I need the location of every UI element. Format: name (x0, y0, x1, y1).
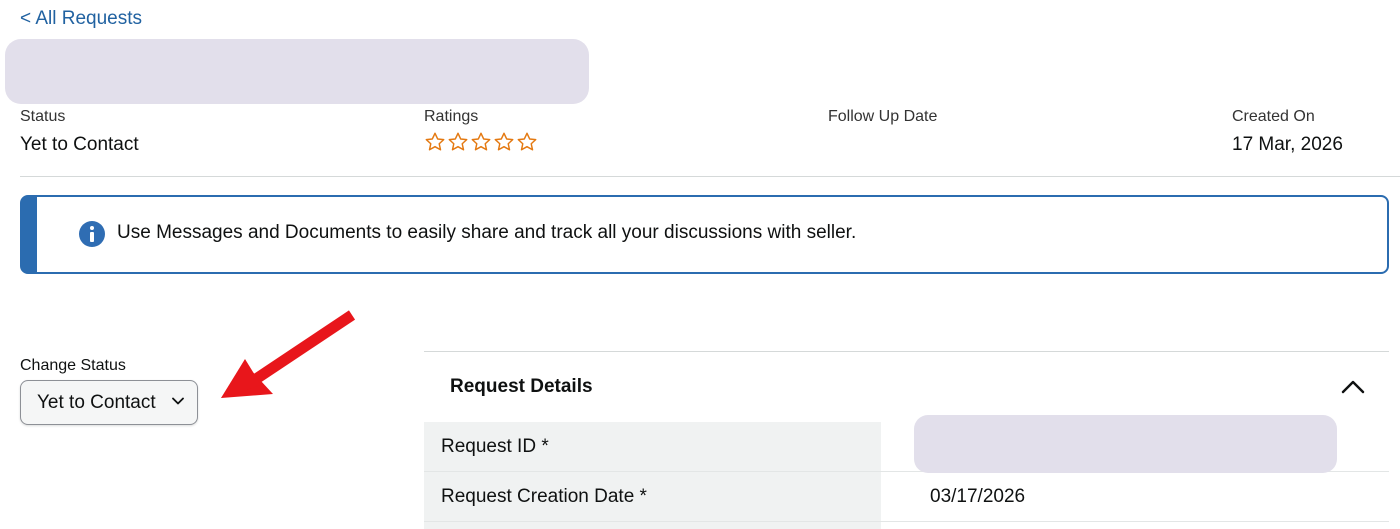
rating-stars[interactable] (424, 131, 538, 153)
created-on-label: Created On (1232, 108, 1315, 125)
detail-row-partial (424, 522, 1389, 529)
info-banner: Use Messages and Documents to easily sha… (20, 195, 1389, 274)
request-details-title: Request Details (450, 376, 593, 397)
red-annotation-arrow (221, 310, 356, 398)
creation-date-key: Request Creation Date * (424, 472, 881, 521)
ratings-summary: Ratings (424, 107, 538, 153)
creation-date-value: 03/17/2026 (930, 485, 1026, 507)
ratings-label: Ratings (424, 108, 479, 125)
redacted-request-title (5, 39, 589, 104)
status-summary: Status Yet to Contact (20, 107, 139, 157)
partial-row-value (881, 522, 1389, 529)
chevron-down-icon (172, 397, 184, 405)
redacted-request-id (914, 415, 1337, 473)
star-icon[interactable] (516, 131, 538, 153)
star-icon[interactable] (493, 131, 515, 153)
request-details-header[interactable]: Request Details (424, 352, 1389, 422)
change-status-label: Change Status (20, 357, 126, 374)
star-icon[interactable] (424, 131, 446, 153)
star-icon[interactable] (470, 131, 492, 153)
star-icon[interactable] (447, 131, 469, 153)
summary-divider (20, 176, 1400, 177)
status-value: Yet to Contact (20, 134, 139, 155)
follow-up-summary: Follow Up Date (828, 107, 937, 133)
created-on-summary: Created On 17 Mar, 2026 (1232, 107, 1343, 157)
info-icon (79, 221, 105, 247)
detail-row-creation-date: Request Creation Date * 03/17/2026 (424, 472, 1389, 522)
request-id-key: Request ID * (424, 422, 881, 471)
chevron-up-icon[interactable] (1341, 380, 1365, 394)
created-on-value: 17 Mar, 2026 (1232, 134, 1343, 155)
detail-row-request-id: Request ID * (424, 415, 1389, 473)
status-label: Status (20, 108, 66, 125)
info-banner-text: Use Messages and Documents to easily sha… (117, 222, 857, 243)
back-to-all-requests-link[interactable]: < All Requests (20, 8, 142, 30)
change-status-dropdown[interactable]: Yet to Contact (20, 380, 198, 425)
follow-up-label: Follow Up Date (828, 108, 938, 125)
request-id-value (881, 415, 1389, 473)
request-details-panel: Request Details Request ID * Request Cre… (424, 351, 1389, 529)
change-status-selected: Yet to Contact (37, 391, 156, 413)
partial-row-key (424, 522, 881, 529)
